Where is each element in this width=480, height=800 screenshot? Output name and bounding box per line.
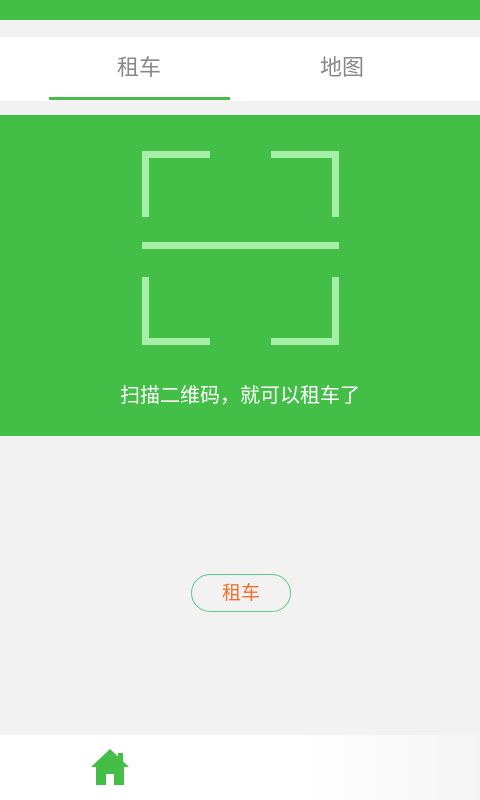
- bottom-nav: [0, 735, 480, 800]
- corner-top-left-h: [142, 151, 210, 158]
- corner-bottom-left-v: [142, 277, 149, 345]
- corner-bottom-right-h: [271, 338, 339, 345]
- rent-button[interactable]: 租车: [191, 574, 291, 612]
- scan-frame-icon[interactable]: [142, 151, 339, 345]
- scan-panel: 扫描二维码，就可以租车了: [0, 115, 480, 436]
- tab-map[interactable]: 地图: [252, 37, 432, 101]
- corner-top-left-v: [142, 151, 149, 217]
- tab-bar: 租车 地图: [0, 37, 480, 101]
- corner-bottom-right-v: [332, 277, 339, 345]
- scan-hint-text: 扫描二维码，就可以租车了: [120, 383, 360, 407]
- tab-rent[interactable]: 租车: [49, 37, 229, 101]
- active-tab-indicator: [49, 97, 230, 100]
- home-icon-graphic: [91, 749, 129, 785]
- corner-bottom-left-h: [142, 338, 210, 345]
- corner-top-right-h: [271, 151, 339, 158]
- bottom-nav-fade: [300, 735, 480, 800]
- top-status-bar: [0, 0, 480, 20]
- home-icon[interactable]: [86, 747, 134, 787]
- scan-line: [142, 242, 339, 249]
- scan-frame-graphic: [142, 151, 339, 345]
- corner-top-right-v: [332, 151, 339, 217]
